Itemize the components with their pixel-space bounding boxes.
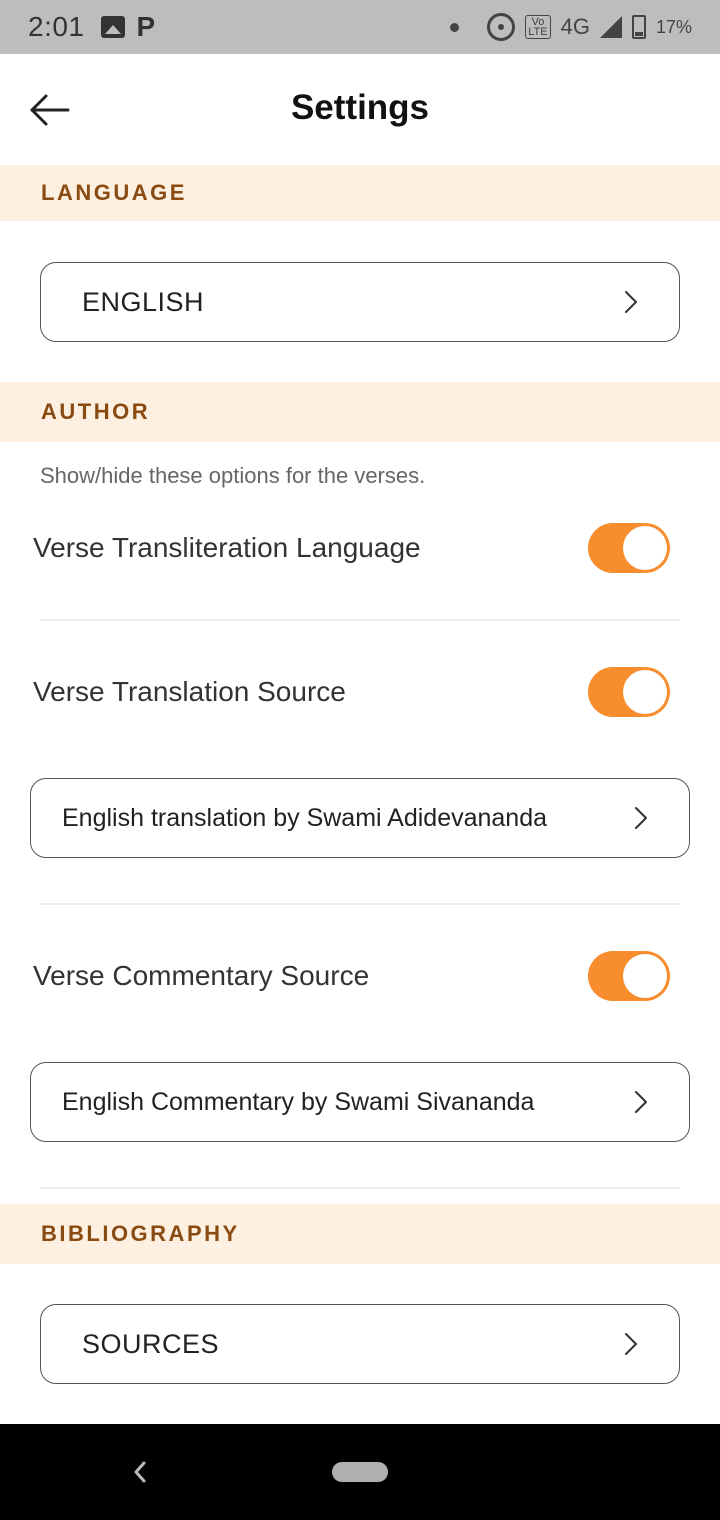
status-system-icons: Vo LTE 4G 17% — [450, 13, 692, 41]
sources-label: SOURCES — [82, 1328, 220, 1359]
status-bar: 2:01 P Vo LTE 4G 17% — [0, 0, 720, 54]
nav-home-pill[interactable] — [332, 1462, 388, 1482]
language-select-value: ENGLISH — [82, 286, 205, 317]
toggle-knob — [623, 526, 667, 570]
notification-dot-icon — [450, 22, 460, 32]
language-select[interactable]: ENGLISH — [40, 262, 680, 342]
hotspot-icon — [487, 13, 516, 41]
page-title: Settings — [290, 88, 430, 127]
battery-percent: 17% — [655, 16, 692, 37]
chevron-right-icon — [625, 291, 637, 313]
commentary-toggle[interactable] — [588, 951, 670, 1001]
battery-icon — [631, 15, 646, 39]
network-type: 4G — [560, 14, 590, 39]
nav-back-icon[interactable] — [128, 1457, 152, 1487]
transliteration-label: Verse Transliteration Language — [33, 532, 421, 563]
sources-button[interactable]: SOURCES — [40, 1304, 680, 1384]
author-section-header: AUTHOR — [0, 382, 720, 442]
volte-icon: Vo LTE — [525, 15, 551, 39]
status-time: 2:01 — [28, 11, 85, 42]
toggle-knob — [623, 670, 667, 714]
chevron-right-icon — [635, 807, 647, 829]
bibliography-section-header: BIBLIOGRAPHY — [0, 1204, 720, 1264]
divider — [40, 1187, 680, 1189]
author-section-title: AUTHOR — [41, 399, 151, 424]
commentary-source-value: English Commentary by Swami Sivananda — [62, 1087, 535, 1116]
translation-source-value: English translation by Swami Adidevanand… — [62, 803, 548, 832]
language-section-title: LANGUAGE — [41, 180, 187, 205]
chevron-right-icon — [625, 1333, 637, 1355]
gallery-notification-icon — [100, 16, 125, 38]
divider — [40, 619, 680, 621]
commentary-label: Verse Commentary Source — [33, 960, 370, 991]
translation-label: Verse Translation Source — [33, 676, 346, 707]
chevron-right-icon — [635, 1091, 647, 1113]
status-notification-icons: P — [100, 11, 156, 43]
language-section-header: LANGUAGE — [0, 165, 720, 221]
bibliography-section-title: BIBLIOGRAPHY — [41, 1221, 240, 1246]
translation-source-select[interactable]: English translation by Swami Adidevanand… — [30, 778, 690, 858]
author-description: Show/hide these options for the verses. — [40, 463, 426, 488]
settings-screen: 2:01 P Vo LTE 4G 17% Settings LANGUAGE EN… — [0, 0, 720, 1520]
divider — [40, 903, 680, 905]
translation-toggle[interactable] — [588, 667, 670, 717]
transliteration-toggle[interactable] — [588, 523, 670, 573]
toggle-knob — [623, 954, 667, 998]
signal-icon — [599, 16, 622, 38]
parking-notification-icon: P — [136, 11, 156, 42]
app-bar: Settings — [0, 54, 720, 165]
commentary-source-select[interactable]: English Commentary by Swami Sivananda — [30, 1062, 690, 1142]
